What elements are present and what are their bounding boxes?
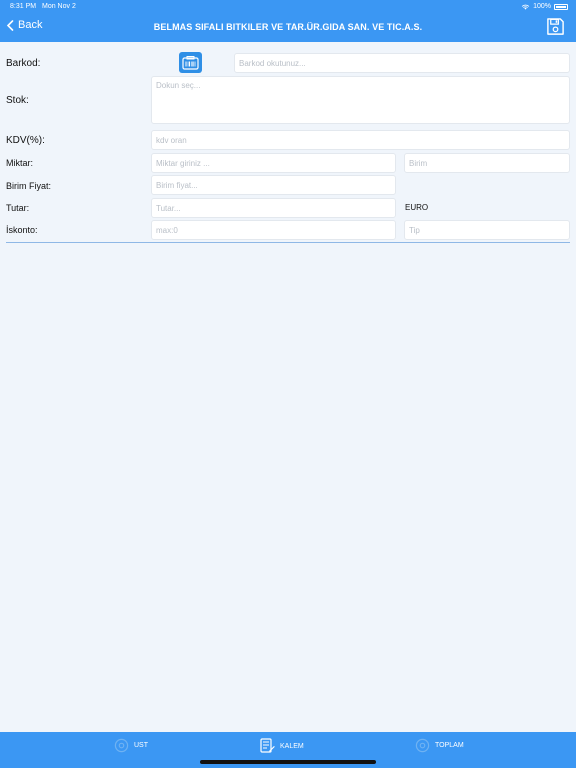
miktar-input[interactable]: [151, 153, 396, 173]
status-bar: 8:31 PM Mon Nov 2 100%: [0, 2, 576, 12]
status-right: 100%: [521, 3, 568, 10]
item-form: Barkod: Stok: KDV(%): Miktar: Birim Fiya…: [0, 42, 576, 732]
tab-toplam[interactable]: TOPLAM: [415, 738, 464, 753]
birim-select[interactable]: [404, 153, 570, 173]
edit-document-icon: [260, 738, 275, 753]
tab-kalem[interactable]: KALEM: [260, 738, 304, 754]
barkod-label: Barkod:: [6, 58, 41, 69]
chevron-left-icon: [6, 19, 14, 31]
status-date: Mon Nov 2: [42, 3, 76, 10]
iskonto-label: İskonto:: [6, 225, 38, 235]
save-icon[interactable]: [546, 17, 565, 36]
tab-ust-label: UST: [134, 742, 148, 749]
tab-toplam-label: TOPLAM: [435, 742, 464, 749]
page-title: BELMAS SIFALI BITKILER VE TAR.ÜR.GIDA SA…: [153, 22, 423, 32]
kdv-label: KDV(%):: [6, 135, 45, 146]
status-time: 8:31 PM: [10, 3, 37, 10]
stok-input[interactable]: [151, 76, 570, 124]
tutar-label: Tutar:: [6, 203, 30, 213]
birim-fiyat-input[interactable]: [151, 175, 396, 195]
tutar-input[interactable]: [151, 198, 396, 218]
tab-ust[interactable]: UST: [114, 738, 148, 753]
barkod-input[interactable]: [234, 53, 570, 73]
scan-barcode-button[interactable]: [179, 52, 202, 73]
kdv-input[interactable]: [151, 130, 570, 150]
gear-icon: [415, 738, 430, 753]
wifi-icon: [521, 4, 530, 10]
stok-label: Stok:: [6, 95, 29, 106]
form-divider: [6, 242, 570, 243]
birim-fiyat-label: Birim Fiyat:: [6, 181, 51, 191]
home-indicator: [200, 760, 376, 764]
navigation-bar: 8:31 PM Mon Nov 2 100% Back BELMAS SIFAL…: [0, 0, 576, 42]
tab-kalem-label: KALEM: [280, 742, 304, 750]
currency-label: EURO: [405, 203, 429, 212]
battery-percent: 100%: [533, 3, 551, 10]
back-button[interactable]: Back: [6, 19, 42, 31]
iskonto-type-select[interactable]: [404, 220, 570, 240]
barcode-scan-icon: [182, 55, 199, 70]
battery-icon: [554, 3, 568, 10]
gear-icon: [114, 738, 129, 753]
miktar-label: Miktar:: [6, 158, 33, 168]
back-label: Back: [18, 19, 43, 31]
iskonto-input[interactable]: [151, 220, 396, 240]
